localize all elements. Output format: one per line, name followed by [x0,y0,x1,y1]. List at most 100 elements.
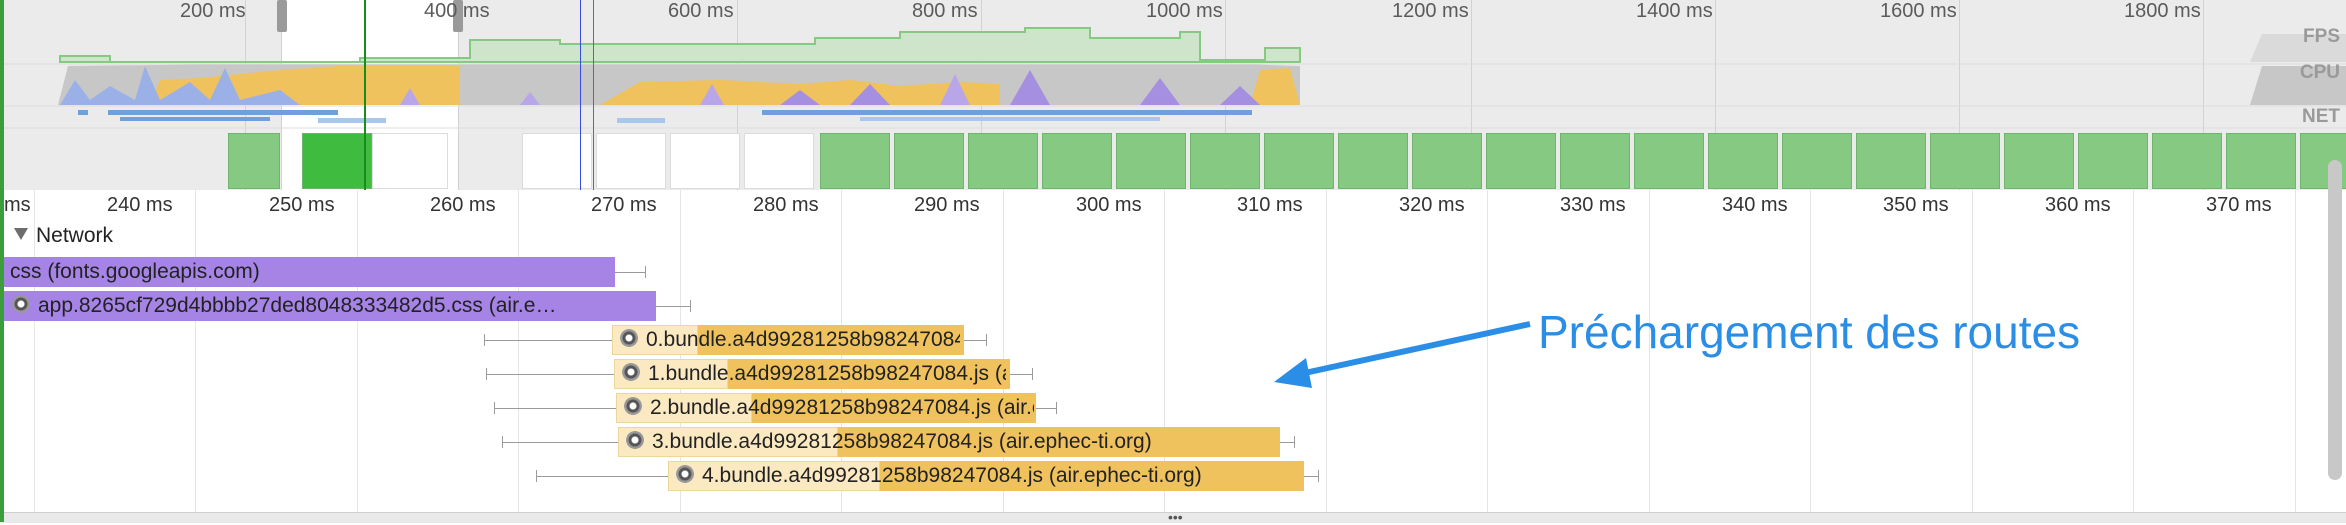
filmstrip-frame[interactable] [1190,133,1260,189]
ruler-tick: ms [4,194,31,216]
filmstrip-frame[interactable] [1486,133,1556,189]
request-whisker-cap [1032,368,1033,380]
request-label: 4.bundle.a4d99281258b98247084.js (air.ep… [676,464,1316,488]
ruler-tick: 260 ms [430,194,496,216]
filmstrip-frame[interactable] [1116,133,1186,189]
request-whisker [656,306,690,307]
filmstrip-frame[interactable] [1042,133,1112,189]
ruler-tick: 240 ms [107,194,173,216]
filmstrip-frame[interactable] [1930,133,2000,189]
filmstrip-frame[interactable] [2226,133,2296,189]
load-marker-line [364,0,366,190]
filmstrip-frame[interactable] [522,133,592,189]
filmstrip-frame[interactable] [968,133,1038,189]
filmstrip-frame[interactable] [670,133,740,189]
ruler-tick: 270 ms [591,194,657,216]
request-label: css (fonts.googleapis.com) [10,260,260,283]
filmstrip-frame[interactable] [228,133,280,189]
ruler-tick: 360 ms [2045,194,2111,216]
filmstrip-frame[interactable] [1782,133,1852,189]
ruler-tick: 350 ms [1883,194,1949,216]
request-whisker [1280,442,1294,443]
request-whisker [494,408,616,409]
filmstrip-frame[interactable] [1412,133,1482,189]
filmstrip-frame[interactable] [2078,133,2148,189]
main-gridline [2133,190,2134,512]
filmstrip-frame[interactable] [596,133,666,189]
network-request-row[interactable]: 1.bundle.a4d99281258b98247084.js (air.ep… [486,359,1266,389]
service-worker-gear-icon [622,363,640,382]
filmstrip-frame[interactable] [744,133,814,189]
filmstrip-frame[interactable] [1338,133,1408,189]
ruler-tick: 340 ms [1722,194,1788,216]
filmstrip-frame[interactable] [894,133,964,189]
timeline-overview[interactable]: 200 ms 400 ms 600 ms 800 ms 1000 ms 1200… [0,0,2346,190]
filmstrip-frame[interactable] [372,133,448,189]
service-worker-gear-icon [624,397,642,416]
request-whisker [502,442,618,443]
network-section-toggle[interactable]: Network [14,224,113,248]
ruler-tick: 330 ms [1560,194,1626,216]
request-label: app.8265cf729d4bbbb27ded8048333482d5.css… [12,294,652,318]
cpu-lane-label: CPU [2299,62,2340,83]
service-worker-gear-icon [620,329,638,348]
request-whisker-cap [645,266,646,278]
ruler-tick: 250 ms [269,194,335,216]
network-request-row[interactable]: 2.bundle.a4d99281258b98247084.js (air.ep… [494,393,1274,423]
network-request-row[interactable]: css (fonts.googleapis.com) [0,257,660,287]
ruler-tick: 290 ms [914,194,980,216]
filmstrip-frame[interactable] [302,133,372,189]
network-request-row[interactable]: 4.bundle.a4d99281258b98247084.js (air.ep… [536,461,1336,491]
bottom-resize-bar[interactable]: ••• [0,510,2346,524]
request-whisker-cap [1294,436,1295,448]
network-request-row[interactable]: 0.bundle.a4d99281258b98247084.js (air.ep… [484,325,1224,355]
request-whisker [484,340,612,341]
filmstrip-frame[interactable] [1634,133,1704,189]
domcontentloaded-marker-line [580,0,581,190]
main-gridline [195,190,196,512]
ruler-tick: 300 ms [1076,194,1142,216]
request-label: 0.bundle.a4d99281258b98247084.js (air.ep… [620,328,960,352]
filmstrip-frame[interactable] [1856,133,1926,189]
request-label: 1.bundle.a4d99281258b98247084.js (air.ep… [622,362,1006,386]
request-whisker [964,340,986,341]
time-ruler: ms 240 ms 250 ms 260 ms 270 ms 280 ms 29… [0,190,2346,224]
network-section-title: Network [36,224,114,247]
request-whisker-cap [1318,470,1319,482]
annotation-arrow-icon [1274,321,1531,388]
service-worker-gear-icon [676,465,694,484]
request-whisker [1036,408,1056,409]
network-request-row[interactable]: 3.bundle.a4d99281258b98247084.js (air.ep… [502,427,1302,457]
filmstrip-frame[interactable] [820,133,890,189]
request-whisker-cap [1056,402,1057,414]
vertical-scrollbar[interactable] [2328,160,2342,480]
main-gridline [2295,190,2296,512]
service-worker-gear-icon [626,431,644,450]
ruler-tick: 280 ms [753,194,819,216]
ruler-tick: 370 ms [2206,194,2272,216]
filmstrip-frame[interactable] [2152,133,2222,189]
filmstrip-frame[interactable] [2004,133,2074,189]
request-whisker-cap [690,300,691,312]
request-whisker [615,272,645,273]
network-request-row[interactable]: app.8265cf729d4bbbb27ded8048333482d5.css… [0,291,700,321]
filmstrip-frame[interactable] [1560,133,1630,189]
ruler-tick: 310 ms [1237,194,1303,216]
request-label: 2.bundle.a4d99281258b98247084.js (air.ep… [624,396,1034,420]
window-edge-indicator [0,0,4,522]
collapse-triangle-icon[interactable] [14,228,28,241]
load-event-marker-line [593,0,594,190]
filmstrip-frame[interactable] [1264,133,1334,189]
resize-grip-icon[interactable]: ••• [1168,510,1183,524]
filmstrip-frame[interactable] [1708,133,1778,189]
fps-lane-label: FPS [2303,26,2340,47]
ruler-tick: 320 ms [1399,194,1465,216]
request-whisker [486,374,614,375]
annotation-text: Préchargement des routes [1538,306,2081,358]
main-gridline [357,190,358,512]
request-whisker-cap [986,334,987,346]
service-worker-gear-icon [12,295,30,314]
request-whisker [1010,374,1032,375]
request-whisker [536,476,668,477]
request-label: 3.bundle.a4d99281258b98247084.js (air.ep… [626,430,1276,454]
